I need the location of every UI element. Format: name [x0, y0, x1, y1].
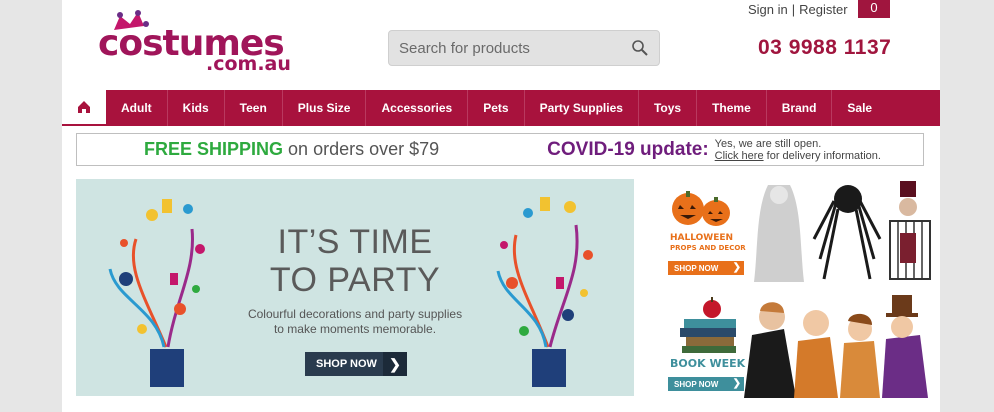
nav-home[interactable]	[62, 90, 106, 126]
chevron-right-icon: ❯	[383, 352, 407, 376]
nav-item-toys[interactable]: Toys	[639, 90, 698, 126]
book-week-shop-now-button[interactable]: SHOP NOW ❯	[668, 377, 744, 391]
promo-bar: FREE SHIPPING on orders over $79 COVID-1…	[76, 133, 924, 166]
book-week-kids-image	[744, 295, 928, 398]
nav-item-pets[interactable]: Pets	[468, 90, 525, 126]
search-icon[interactable]	[631, 39, 649, 57]
hero-subtitle-line2: to make moments memorable.	[273, 322, 437, 336]
covid-line2-text: for delivery information.	[766, 149, 881, 162]
link-separator: |	[791, 2, 796, 17]
halloween-banner[interactable]: HALLOWEEN PROPS AND DECOR SHOP NOW ❯	[664, 179, 938, 282]
halloween-title-line2: PROPS AND DECOR	[670, 244, 746, 252]
hero-subtitle: Colourful decorations and party supplies…	[226, 307, 484, 337]
account-links: Sign in | Register	[748, 2, 848, 17]
site-logo[interactable]: costumes .com.au	[98, 10, 298, 76]
background-right	[932, 0, 994, 412]
nav-item-plus-size[interactable]: Plus Size	[283, 90, 367, 126]
nav-item-theme[interactable]: Theme	[697, 90, 767, 126]
hero-title-line2: TO PARTY	[269, 261, 441, 299]
home-icon	[78, 101, 90, 113]
nav-item-adult[interactable]: Adult	[106, 90, 168, 126]
nav-item-sale[interactable]: Sale	[832, 90, 887, 126]
free-shipping-text: on orders over $79	[288, 139, 440, 159]
signin-link[interactable]: Sign in	[748, 2, 788, 17]
main-nav: Adult Kids Teen Plus Size Accessories Pe…	[62, 90, 940, 126]
page: costumes .com.au Sign in | Register 0 03…	[62, 0, 940, 412]
confetti-left-image	[108, 199, 205, 387]
hero-title: IT’S TIME TO PARTY	[226, 223, 484, 299]
register-link[interactable]: Register	[799, 2, 847, 17]
halloween-button-label: SHOP NOW	[674, 263, 719, 273]
cart-button[interactable]: 0	[858, 0, 890, 18]
hero-banner[interactable]: IT’S TIME TO PARTY Colourful decorations…	[76, 179, 634, 396]
nav-item-accessories[interactable]: Accessories	[366, 90, 469, 126]
cart-count: 0	[870, 0, 878, 15]
logo-domain: .com.au	[206, 53, 291, 75]
chevron-right-icon: ❯	[732, 262, 741, 273]
search-input[interactable]	[399, 39, 631, 57]
books-image	[680, 297, 736, 353]
hero-title-line1: IT’S TIME	[277, 223, 433, 261]
background-left	[0, 0, 62, 412]
confetti-right-image	[496, 197, 593, 387]
free-shipping-label: FREE SHIPPING	[144, 139, 284, 159]
nav-item-brand[interactable]: Brand	[767, 90, 833, 126]
chevron-right-icon: ❯	[732, 378, 741, 389]
covid-line1: Yes, we are still open.	[714, 137, 822, 150]
nav-item-party-supplies[interactable]: Party Supplies	[525, 90, 639, 126]
halloween-props-image	[754, 181, 931, 282]
covid-line2: Click here for delivery information.	[715, 150, 881, 162]
halloween-title: HALLOWEEN PROPS AND DECOR	[670, 233, 746, 253]
free-shipping-notice: FREE SHIPPING on orders over $79	[144, 139, 439, 160]
search-box	[388, 30, 660, 66]
covid-link[interactable]: Click here	[715, 150, 764, 162]
halloween-title-line1: HALLOWEEN	[670, 233, 734, 243]
phone-number[interactable]: 03 9988 1137	[758, 36, 891, 60]
nav-item-teen[interactable]: Teen	[225, 90, 283, 126]
hero-shop-now-button[interactable]: SHOP NOW ❯	[305, 352, 407, 376]
covid-title: COVID-19 update:	[547, 138, 709, 160]
hero-subtitle-line1: Colourful decorations and party supplies	[247, 307, 463, 321]
pumpkin-image	[672, 191, 730, 226]
hero-button-label: SHOP NOW	[316, 358, 377, 370]
book-week-banner[interactable]: BOOK WEEK SHOP NOW ❯	[664, 295, 938, 398]
book-week-button-label: SHOP NOW	[674, 379, 719, 389]
halloween-shop-now-button[interactable]: SHOP NOW ❯	[668, 261, 744, 275]
book-week-title: BOOK WEEK	[670, 357, 746, 370]
nav-item-kids[interactable]: Kids	[168, 90, 225, 126]
covid-note: Yes, we are still open. Click here for d…	[715, 138, 881, 162]
